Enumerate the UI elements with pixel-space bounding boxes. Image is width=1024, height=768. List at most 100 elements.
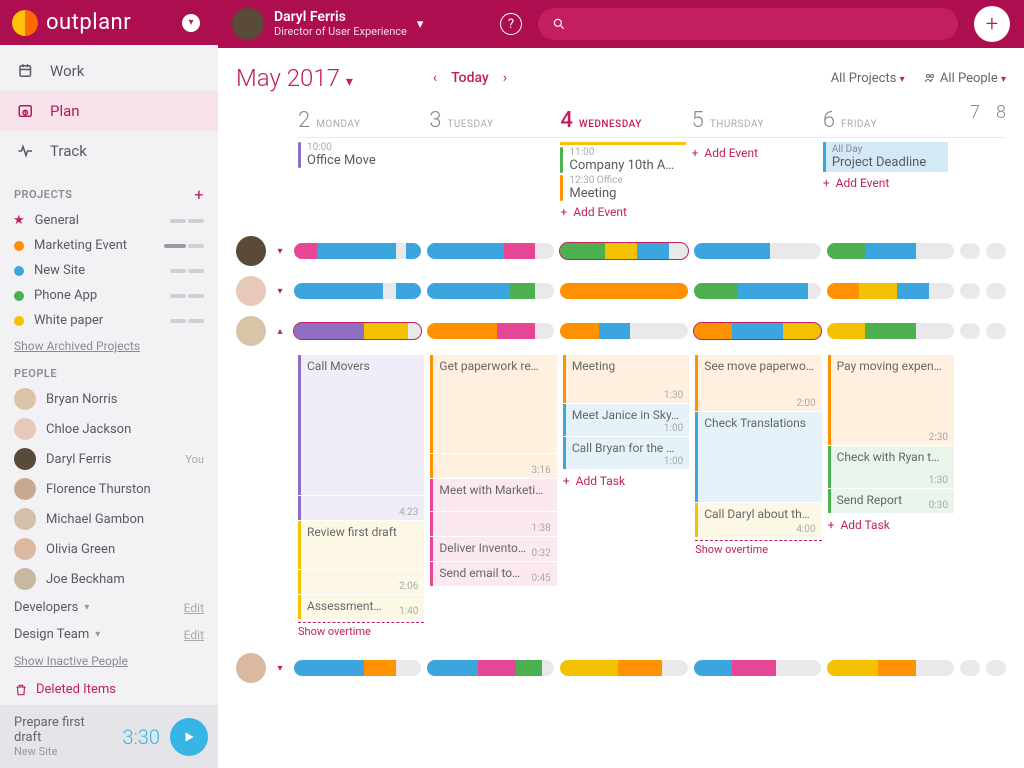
task-card[interactable]: Deliver Invento…0:32: [430, 537, 556, 561]
project-marketing[interactable]: Marketing Event: [0, 233, 218, 258]
task-col-fri[interactable]: Pay moving expen…2:30 Check with Ryan t……: [828, 355, 954, 638]
add-button[interactable]: +: [974, 6, 1010, 42]
task-card[interactable]: Assessment…1:40: [298, 595, 424, 619]
project-newsite[interactable]: New Site: [0, 258, 218, 283]
person-olivia[interactable]: Olivia Green: [0, 534, 218, 564]
timeline[interactable]: [294, 243, 1006, 259]
add-project-button[interactable]: +: [194, 185, 204, 204]
events-mon[interactable]: 10:00Office Move: [298, 138, 429, 223]
avatar[interactable]: [236, 276, 266, 306]
chevron-down-icon[interactable]: ▾: [182, 14, 200, 32]
help-button[interactable]: ?: [500, 13, 522, 35]
event[interactable]: 10:00Office Move: [298, 142, 423, 168]
add-event-button[interactable]: + Add Event: [823, 176, 948, 190]
calendar-header: 2MONDAY 3TUESDAY 4WEDNESDAY 5THURSDAY 6F…: [298, 102, 1006, 138]
task-card[interactable]: Call Daryl about th…4:00: [695, 503, 821, 537]
chevron-down-icon[interactable]: ▾: [274, 246, 286, 257]
task-col-thu[interactable]: See move paperwo…2:00 Check Translations…: [695, 355, 821, 638]
events-thu[interactable]: + Add Event: [692, 138, 823, 223]
group-developers[interactable]: Developers▾Edit: [0, 594, 218, 621]
task-card[interactable]: Pay moving expen…2:30: [828, 355, 954, 445]
timeline[interactable]: [294, 283, 1006, 299]
brand[interactable]: outplanr: [12, 10, 170, 36]
prev-button[interactable]: ‹: [433, 70, 437, 86]
show-archived-link[interactable]: Show Archived Projects: [0, 333, 218, 359]
task-card[interactable]: Meet with Marketi…: [430, 479, 556, 511]
task-card[interactable]: 3:16: [430, 454, 556, 478]
avatar[interactable]: [236, 236, 266, 266]
nav-plan[interactable]: Plan: [0, 91, 218, 131]
edit-link[interactable]: Edit: [184, 601, 204, 615]
person-michael[interactable]: Michael Gambon: [0, 504, 218, 534]
show-inactive-link[interactable]: Show Inactive People: [0, 648, 218, 674]
add-task-button[interactable]: + Add Task: [828, 518, 954, 532]
event[interactable]: 12:30 OfficeMeeting: [560, 175, 685, 201]
timeline[interactable]: [294, 660, 1006, 676]
day-header-thu: 5THURSDAY: [692, 102, 823, 137]
edit-link[interactable]: Edit: [184, 628, 204, 642]
group-design[interactable]: Design Team▾Edit: [0, 621, 218, 648]
event[interactable]: 11:00Company 10th A…: [560, 147, 685, 173]
avatar[interactable]: [236, 316, 266, 346]
person-joe[interactable]: Joe Beckham: [0, 564, 218, 594]
person-bryan[interactable]: Bryan Norris: [0, 384, 218, 414]
search-input[interactable]: [538, 8, 958, 40]
month-picker[interactable]: May 2017 ▾: [236, 64, 353, 92]
overtime-link[interactable]: Show overtime: [298, 622, 424, 638]
chevron-down-icon: ▾: [900, 74, 905, 85]
chevron-down-icon[interactable]: ▾: [274, 286, 286, 297]
add-event-button[interactable]: + Add Event: [560, 205, 685, 219]
next-button[interactable]: ›: [503, 70, 507, 86]
timeline[interactable]: [294, 323, 1006, 339]
avatar: [14, 538, 36, 560]
task-card[interactable]: 2:06: [298, 570, 424, 594]
nav-track[interactable]: Track: [0, 131, 218, 171]
task-card[interactable]: Get paperwork re…: [430, 355, 556, 453]
person-chloe[interactable]: Chloe Jackson: [0, 414, 218, 444]
avatar[interactable]: [236, 653, 266, 683]
play-button[interactable]: [170, 718, 208, 756]
overtime-link[interactable]: Show overtime: [695, 540, 821, 556]
timeline-row: ▾: [236, 231, 1006, 271]
main-nav: Work Plan Track: [0, 45, 218, 177]
nav-work[interactable]: Work: [0, 51, 218, 91]
task-card[interactable]: See move paperwo…2:00: [695, 355, 821, 411]
task-col-mon[interactable]: Call Movers 4:23 Review first draft 2:06…: [298, 355, 424, 638]
project-general[interactable]: ★General: [0, 208, 218, 233]
project-color-icon: [14, 266, 24, 276]
task-col-wed[interactable]: Meeting1:30 Meet Janice in Sky…1:00 Call…: [563, 355, 689, 638]
person-florence[interactable]: Florence Thurston: [0, 474, 218, 504]
today-button[interactable]: Today: [451, 70, 489, 86]
task-card[interactable]: 1:38: [430, 512, 556, 536]
task-card[interactable]: Call Movers: [298, 355, 424, 495]
task-card[interactable]: Check with Ryan t…1:30: [828, 446, 954, 488]
task-card[interactable]: Meeting1:30: [563, 355, 689, 403]
person-label: Michael Gambon: [46, 512, 144, 527]
events-wed[interactable]: 11:00Company 10th A… 12:30 OfficeMeeting…: [560, 138, 691, 223]
events-fri[interactable]: All DayProject Deadline + Add Event: [823, 138, 954, 223]
task-card[interactable]: Send email to…0:45: [430, 562, 556, 586]
events-tue[interactable]: [429, 138, 560, 223]
task-card[interactable]: 4:23: [298, 496, 424, 520]
filter-people[interactable]: All People ▾: [923, 71, 1006, 86]
task-card[interactable]: Call Bryan for the …1:00: [563, 437, 689, 469]
allday-event[interactable]: All DayProject Deadline: [823, 142, 948, 172]
task-card[interactable]: Send Report0:30: [828, 489, 954, 513]
chevron-down-icon[interactable]: ▾: [274, 663, 286, 674]
user-menu[interactable]: Daryl Ferris Director of User Experience…: [232, 8, 423, 40]
add-event-button[interactable]: + Add Event: [692, 146, 817, 160]
avatar: [14, 388, 36, 410]
task-card[interactable]: Check Translations: [695, 412, 821, 502]
task-card[interactable]: Meet Janice in Sky…1:00: [563, 404, 689, 436]
project-phoneapp[interactable]: Phone App: [0, 283, 218, 308]
task-card[interactable]: Review first draft: [298, 521, 424, 569]
avatar: [14, 448, 36, 470]
deleted-items[interactable]: Deleted Items: [0, 674, 218, 705]
person-daryl[interactable]: Daryl FerrisYou: [0, 444, 218, 474]
sidebar: outplanr ▾ Work Plan Track PROJECTS + ★G…: [0, 0, 218, 768]
task-col-tue[interactable]: Get paperwork re… 3:16 Meet with Marketi…: [430, 355, 556, 638]
filter-all[interactable]: All Projects ▾: [831, 71, 905, 86]
chevron-up-icon[interactable]: ▴: [274, 326, 286, 337]
project-whitepaper[interactable]: White paper: [0, 308, 218, 333]
add-task-button[interactable]: + Add Task: [563, 474, 689, 488]
